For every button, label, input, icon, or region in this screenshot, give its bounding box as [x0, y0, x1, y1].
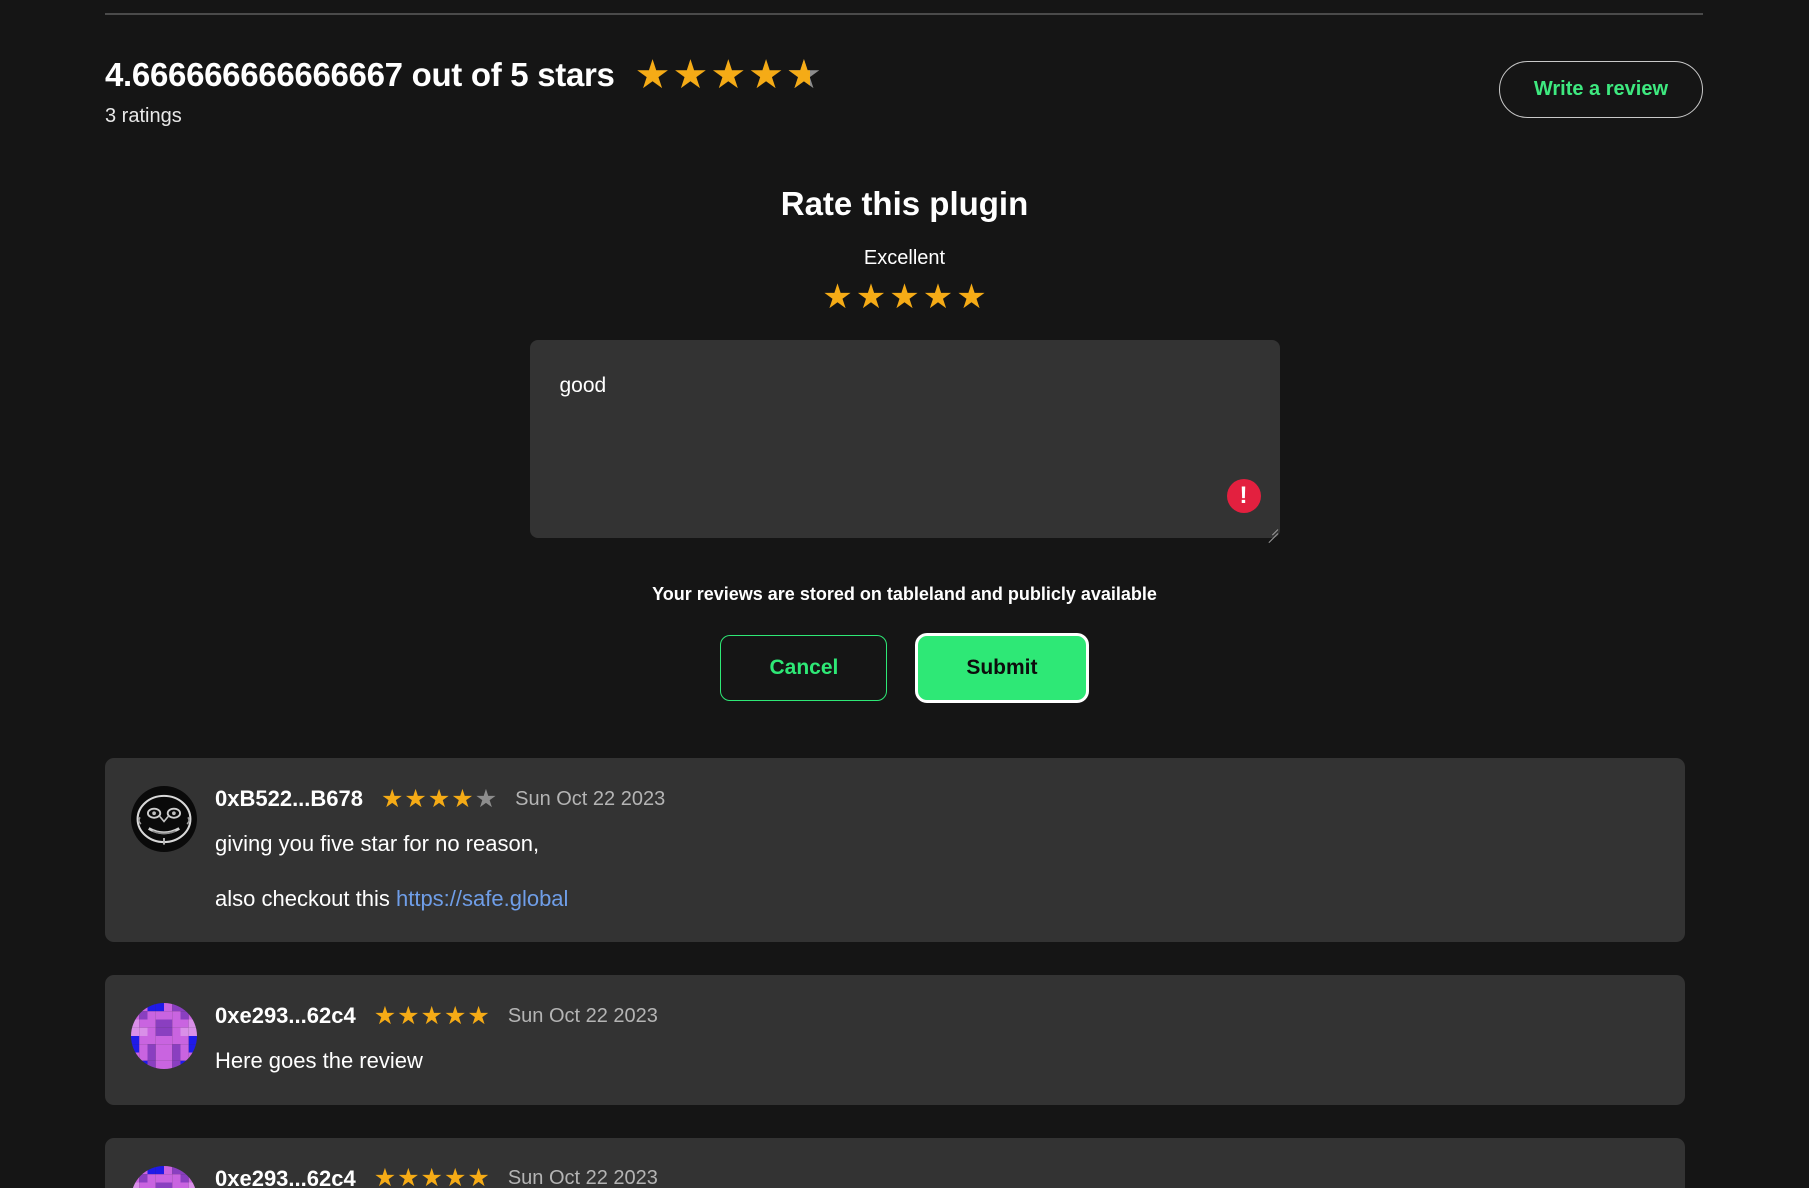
review-star-rating: ★ ★ ★ ★ ★ [381, 784, 498, 813]
storage-note-text: Your reviews are stored on tableland and… [652, 584, 1157, 604]
ratings-count-label: 3 ratings [105, 105, 182, 127]
review-paragraph: also checkout this https://safe.global [215, 886, 569, 912]
rating-summary-left: 4.666666666666667 out of 5 stars ★ ★ ★ ★ ★ ★ … [105, 55, 822, 128]
review-input-wrapper: ! [529, 340, 1280, 544]
average-rating-line: 4.666666666666667 out of 5 stars ★ ★ ★ ★ ★ ★ [105, 55, 822, 95]
star-full-icon: ★ [373, 1164, 397, 1188]
star-full-icon: ★ [467, 1001, 490, 1030]
review-textarea[interactable] [529, 340, 1280, 538]
star-full-icon: ★ [420, 1164, 443, 1188]
section-divider [105, 13, 1703, 15]
star-full-icon: ★ [443, 1001, 467, 1030]
review-card: 0xe293...62c4 ★ ★ ★ ★ ★ Sun Oct 22 2023 [105, 1137, 1685, 1188]
review-card: 0xB522...B678 ★ ★ ★ ★ ★ Sun Oct 22 2023 giving … [105, 758, 1685, 943]
review-date: Sun Oct 22 2023 [507, 1167, 658, 1188]
star-full-icon: ★ [922, 278, 954, 316]
review-author-address: 0xe293...62c4 [215, 1165, 356, 1188]
star-full-icon: ★ [467, 1164, 490, 1188]
review-header: 0xB522...B678 ★ ★ ★ ★ ★ Sun Oct 22 2023 [215, 782, 1659, 816]
star-full-icon: ★ [420, 1001, 443, 1030]
rating-star-picker[interactable]: ★ ★ ★ ★ ★ [822, 280, 986, 314]
rating-word-label: Excellent [863, 247, 946, 269]
purple-blockies-avatar-image [131, 1003, 197, 1070]
error-exclamation-icon: ! [1226, 479, 1261, 513]
rating-summary: 4.666666666666667 out of 5 stars ★ ★ ★ ★ ★ ★ … [105, 55, 1703, 128]
review-list: 0xB522...B678 ★ ★ ★ ★ ★ Sun Oct 22 2023 giving … [105, 758, 1685, 1188]
review-page: 4.666666666666667 out of 5 stars ★ ★ ★ ★ ★ ★ … [0, 0, 1809, 1188]
review-date: Sun Oct 22 2023 [515, 787, 666, 810]
star-partial-icon: ★ ★ [786, 53, 822, 97]
star-full-icon: ★ [427, 784, 451, 813]
average-rating-text: 4.666666666666667 out of 5 stars [105, 56, 615, 93]
cancel-button[interactable]: Cancel [720, 635, 888, 701]
purple-blockies-avatar-image [131, 1165, 197, 1188]
star-full-icon: ★ [822, 278, 853, 316]
star-full-icon: ★ [451, 784, 474, 813]
dark-face-avatar-image [131, 786, 197, 852]
star-full-icon: ★ [397, 1001, 420, 1030]
star-full-icon: ★ [634, 53, 671, 97]
star-full-icon: ★ [373, 1001, 397, 1030]
review-text: giving you five star for no reason, also … [215, 828, 1659, 914]
star-full-icon: ★ [443, 1164, 467, 1188]
star-full-icon: ★ [710, 53, 747, 97]
review-author-address: 0xB522...B678 [215, 786, 363, 811]
dark-face-avatar-icon [131, 786, 197, 852]
star-full-icon: ★ [956, 278, 987, 316]
purple-blockies-avatar-icon [131, 1165, 197, 1188]
star-empty-icon: ★ [474, 784, 498, 813]
review-header: 0xe293...62c4 ★ ★ ★ ★ ★ Sun Oct 22 2023 [215, 1162, 1659, 1188]
star-full-icon: ★ [748, 53, 785, 97]
review-card: 0xe293...62c4 ★ ★ ★ ★ ★ Sun Oct 22 2023 Here go… [105, 975, 1685, 1105]
star-full-icon: ★ [397, 1164, 420, 1188]
review-star-rating: ★ ★ ★ ★ ★ [374, 1166, 490, 1188]
star-full-icon: ★ [672, 53, 709, 97]
star-full-icon: ★ [855, 278, 887, 316]
rate-panel-title: Rate this plugin [780, 185, 1029, 222]
review-paragraph: Here goes the review [215, 1048, 423, 1074]
review-body: 0xe293...62c4 ★ ★ ★ ★ ★ Sun Oct 22 2023 Here go… [215, 999, 1659, 1076]
purple-blockies-avatar-icon [131, 1003, 197, 1070]
star-full-icon: ★ [404, 784, 427, 813]
average-star-display: ★ ★ ★ ★ ★ ★ [635, 55, 822, 95]
review-text: Here goes the review [215, 1045, 1659, 1076]
review-body: 0xe293...62c4 ★ ★ ★ ★ ★ Sun Oct 22 2023 [215, 1162, 1659, 1188]
review-date: Sun Oct 22 2023 [507, 1004, 658, 1027]
write-review-button[interactable]: Write a review [1498, 61, 1703, 118]
review-external-link[interactable]: https://safe.global [396, 886, 568, 911]
review-header: 0xe293...62c4 ★ ★ ★ ★ ★ Sun Oct 22 2023 [215, 999, 1659, 1033]
star-full-icon: ★ [381, 784, 404, 813]
rate-plugin-panel: Rate this plugin Excellent ★★★★★ ! Your … [0, 185, 1809, 703]
review-body: 0xB522...B678 ★ ★ ★ ★ ★ Sun Oct 22 2023 giving … [215, 782, 1659, 914]
star-full-icon: ★ [889, 278, 920, 316]
rate-panel-actions: Cancel Submit [720, 633, 1089, 703]
review-star-rating: ★ ★ ★ ★ ★ [373, 1001, 490, 1030]
review-paragraph: giving you five star for no reason, [215, 831, 540, 856]
submit-button[interactable]: Submit [915, 633, 1089, 703]
review-author-address: 0xe293...62c4 [215, 1003, 356, 1029]
